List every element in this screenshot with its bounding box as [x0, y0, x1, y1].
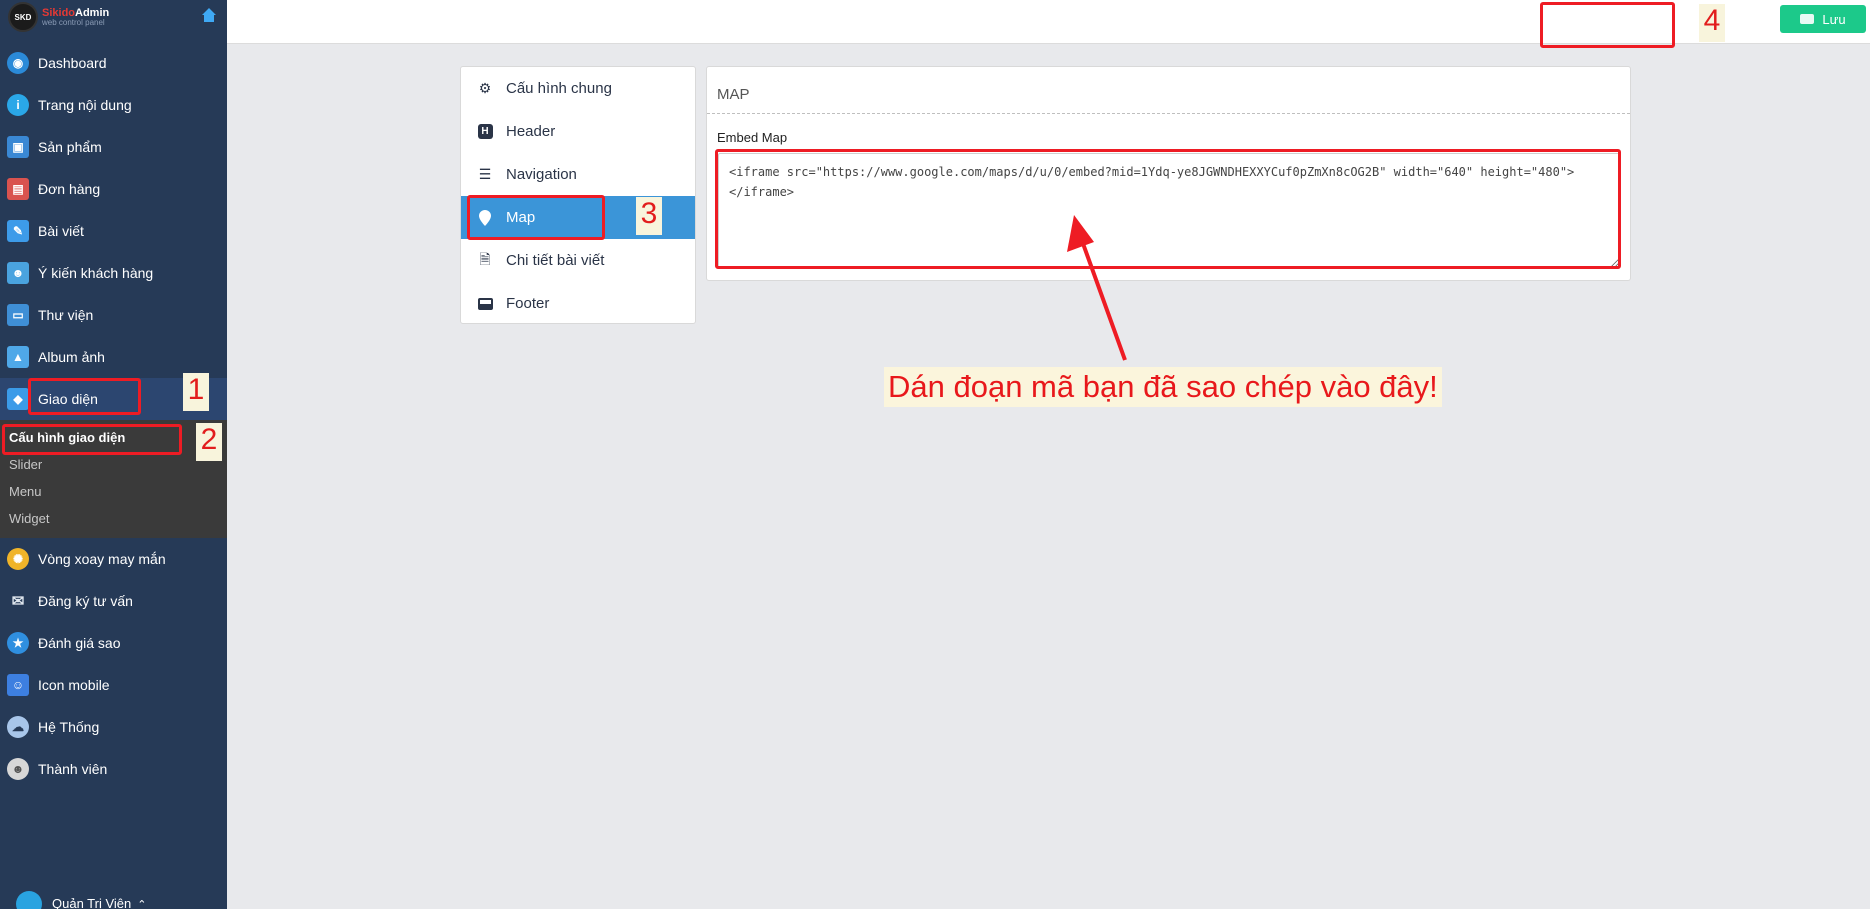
brand-name-part2: Admin — [75, 6, 110, 19]
map-panel: MAP Embed Map <iframe src="https://www.g… — [706, 66, 1631, 281]
config-nav: ⚙ Cấu hình chung H Header ☰ Navigation Map … — [460, 66, 696, 324]
sidebar-item-label: Đơn hàng — [38, 181, 101, 197]
sidebar-item-icon-mobile[interactable]: ☺ Icon mobile — [0, 664, 227, 706]
annotation-number-4: 4 — [1699, 4, 1725, 42]
tab-label: Footer — [506, 295, 550, 312]
save-icon — [1800, 14, 1815, 24]
image-icon: ▲ — [7, 346, 29, 368]
tab-label: Map — [506, 209, 536, 226]
sidebar-item-label: Bài viết — [38, 223, 84, 239]
library-icon: ▭ — [7, 304, 29, 326]
cogs-icon: ⚙ — [478, 80, 492, 96]
member-icon: ☻ — [7, 758, 29, 780]
brand-name-part1: Sikido — [42, 6, 76, 19]
sidebar-item-label: Icon mobile — [38, 677, 110, 693]
sidebar-item-album-anh[interactable]: ▲ Album ảnh — [0, 336, 227, 378]
sidebar-item-san-pham[interactable]: ▣ Sản phẩm — [0, 126, 227, 168]
brand-logo: SKD — [8, 2, 38, 32]
annotation-number-2: 2 — [196, 423, 222, 461]
sidebar-submenu-giao-dien: Cấu hình giao diện Slider Menu Widget — [0, 420, 227, 538]
brand[interactable]: SKD SikidoAdmin web control panel — [0, 0, 227, 34]
brand-subtitle: web control panel — [42, 17, 105, 27]
sidebar-item-label: Vòng xoay may mắn — [38, 551, 166, 567]
sidebar-item-label: Đánh giá sao — [38, 635, 121, 651]
sidebar: SKD SikidoAdmin web control panel ◉ Dashb… — [0, 0, 227, 909]
star-icon: ★ — [7, 632, 29, 654]
file-icon: 🗎 — [479, 250, 491, 267]
sidebar-item-label: Giao diện — [38, 391, 98, 407]
sidebar-item-he-thong[interactable]: ☁ Hệ Thống — [0, 706, 227, 748]
sidebar-item-label: Thành viên — [38, 761, 108, 777]
tab-label: Navigation — [506, 166, 577, 183]
submenu-item-slider[interactable]: Slider — [0, 451, 227, 478]
tab-header[interactable]: H Header — [461, 110, 695, 153]
home-icon[interactable] — [201, 7, 217, 23]
box-icon: ▣ — [7, 136, 29, 158]
submenu-item-cau-hinh-giao-dien[interactable]: Cấu hình giao diện — [0, 424, 227, 451]
tab-footer[interactable]: Footer — [461, 282, 695, 325]
sidebar-item-thu-vien[interactable]: ▭ Thư viện — [0, 294, 227, 336]
mobile-icon: ☺ — [7, 674, 29, 696]
tab-label: Cấu hình chung — [506, 80, 612, 97]
panel-title: MAP — [707, 67, 1630, 114]
sidebar-item-dang-ky-tu-van[interactable]: ✉ Đăng ký tư vấn — [0, 580, 227, 622]
tab-navigation[interactable]: ☰ Navigation — [461, 153, 695, 196]
submenu-item-widget[interactable]: Widget — [0, 505, 227, 532]
mail-icon: ✉ — [11, 593, 25, 610]
embed-map-label: Embed Map — [717, 130, 788, 145]
info-icon: i — [7, 94, 29, 116]
sidebar-item-vong-xoay[interactable]: ✺ Vòng xoay may mắn — [0, 538, 227, 580]
bars-icon: ☰ — [478, 166, 492, 182]
tab-label: Chi tiết bài viết — [506, 252, 605, 269]
sidebar-item-bai-viet[interactable]: ✎ Bài viết — [0, 210, 227, 252]
save-button[interactable]: Lưu — [1780, 5, 1866, 33]
sidebar-item-thanh-vien[interactable]: ☻ Thành viên — [0, 748, 227, 790]
footer-icon — [476, 295, 494, 313]
sidebar-item-dashboard[interactable]: ◉ Dashboard — [0, 42, 227, 84]
sidebar-item-don-hang[interactable]: ▤ Đơn hàng — [0, 168, 227, 210]
sidebar-item-label: Album ảnh — [38, 349, 105, 365]
topbar: Lưu — [227, 0, 1870, 44]
sidebar-item-label: Đăng ký tư vấn — [38, 593, 133, 609]
sidebar-menu: ◉ Dashboard i Trang nội dung ▣ Sản phẩm ▤ Đơ… — [0, 42, 227, 790]
tab-chi-tiet-bai-viet[interactable]: 🗎 Chi tiết bài viết — [461, 239, 695, 282]
sidebar-item-label: Dashboard — [38, 55, 107, 71]
store-icon: ▤ — [7, 178, 29, 200]
sidebar-item-label: Trang nội dung — [38, 97, 132, 113]
layers-icon: ◆ — [7, 388, 29, 410]
map-marker-icon — [476, 209, 494, 227]
user-menu[interactable]: Quản Trị Viên ⌃ — [0, 887, 227, 909]
header-icon: H — [476, 123, 494, 141]
cloud-settings-icon: ☁ — [7, 716, 29, 738]
sidebar-item-danh-gia-sao[interactable]: ★ Đánh giá sao — [0, 622, 227, 664]
wheel-icon: ✺ — [7, 548, 29, 570]
sidebar-item-label: Hệ Thống — [38, 719, 100, 735]
sidebar-item-y-kien[interactable]: ☻ Ý kiến khách hàng — [0, 252, 227, 294]
sidebar-item-label: Thư viện — [38, 307, 94, 323]
sidebar-item-label: Ý kiến khách hàng — [38, 265, 154, 281]
annotation-number-1: 1 — [183, 373, 209, 411]
dashboard-icon: ◉ — [7, 52, 29, 74]
avatar — [16, 891, 42, 909]
tab-label: Header — [506, 123, 556, 140]
chevron-up-icon: ⌃ — [137, 899, 147, 909]
user-name: Quản Trị Viên — [52, 896, 132, 909]
annotation-callout: Dán đoạn mã bạn đã sao chép vào đây! — [884, 367, 1442, 407]
sidebar-item-trang-noi-dung[interactable]: i Trang nội dung — [0, 84, 227, 126]
tab-cau-hinh-chung[interactable]: ⚙ Cấu hình chung — [461, 67, 695, 110]
save-button-label: Lưu — [1822, 11, 1846, 27]
annotation-number-3: 3 — [636, 197, 662, 235]
edit-icon: ✎ — [7, 220, 29, 242]
embed-map-textarea[interactable]: <iframe src="https://www.google.com/maps… — [718, 153, 1620, 269]
submenu-item-menu[interactable]: Menu — [0, 478, 227, 505]
users-icon: ☻ — [7, 262, 29, 284]
sidebar-item-label: Sản phẩm — [38, 139, 102, 155]
